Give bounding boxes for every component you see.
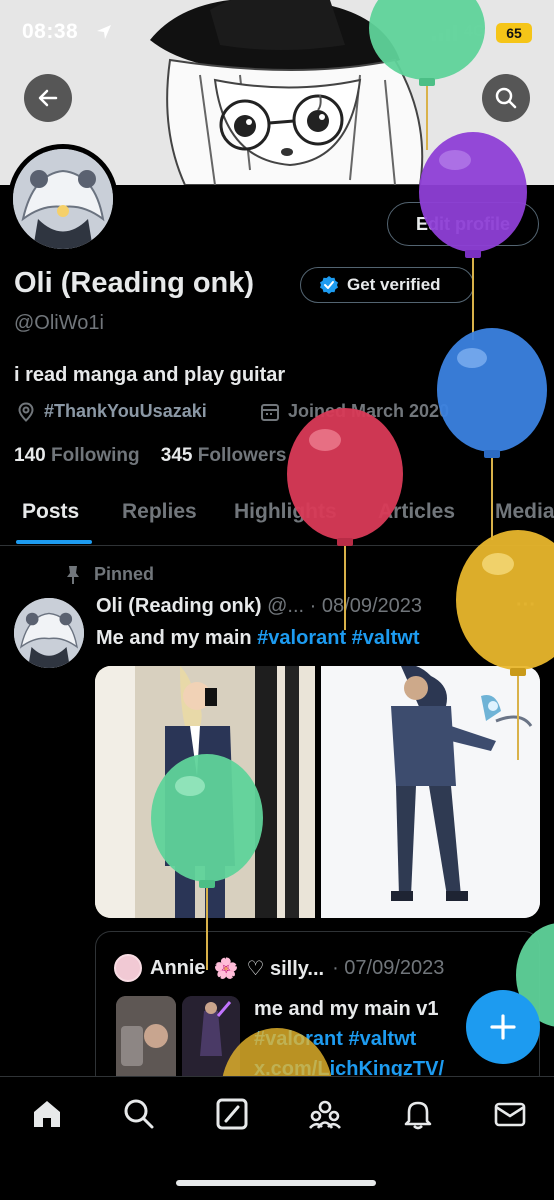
post-text-plain: Me and my main: [96, 627, 252, 649]
post-avatar-image: [14, 598, 84, 668]
status-bar: 08:38 4G 65: [0, 0, 554, 66]
back-arrow-icon: [38, 89, 58, 107]
avatar-image: [13, 149, 113, 249]
profile-joined: Joined March 2020: [260, 401, 449, 422]
search-icon: [495, 87, 517, 109]
post-author-name[interactable]: Oli (Reading onk): [96, 595, 262, 617]
quoted-post-date: · 07/09/2023: [332, 956, 445, 979]
location-pin-icon: [18, 401, 34, 422]
quoted-text-line: me and my main v1: [254, 998, 439, 1020]
compose-post-button[interactable]: [466, 990, 540, 1064]
quoted-post-header: Annie 🌸 ♡ silly... · 07/09/2023: [114, 954, 444, 982]
location-text[interactable]: #ThankYouUsazaki: [44, 401, 207, 422]
plus-icon: [490, 1014, 516, 1040]
pinned-indicator: Pinned: [64, 564, 154, 585]
tab-articles[interactable]: Articles: [378, 500, 455, 524]
location-arrow-icon: [97, 25, 111, 39]
following-label: Following: [50, 445, 140, 466]
post-text: Me and my main #valorant #valtwt: [96, 627, 419, 650]
profile-avatar[interactable]: [8, 144, 118, 254]
post-photo-mirror-selfie[interactable]: [95, 666, 315, 918]
quoted-author-emoji: 🌸: [213, 957, 239, 980]
following-count: 140: [14, 445, 46, 466]
tab-replies[interactable]: Replies: [122, 500, 197, 524]
tab-media[interactable]: Media: [495, 500, 554, 524]
profile-tabs: Posts Replies Highlights Articles Media: [0, 486, 554, 546]
profile-bio: i read manga and play guitar: [14, 364, 286, 386]
profile-name: Oli (Reading onk): [14, 267, 255, 299]
notifications-icon[interactable]: [401, 1097, 435, 1131]
profile-location: #ThankYouUsazaki: [16, 401, 207, 422]
calendar-icon: [261, 403, 279, 421]
pinned-label: Pinned: [94, 564, 155, 584]
followers-count: 345: [160, 445, 193, 466]
verified-badge-icon: [320, 276, 338, 294]
followers-link[interactable]: 345 Followers: [161, 445, 287, 466]
post-more-button[interactable]: ···: [516, 594, 536, 617]
status-time: 08:38: [22, 20, 79, 43]
valorant-agent-image: [321, 666, 540, 918]
follow-counts: 140 Following 345 Followers: [14, 445, 286, 467]
mirror-selfie-image: [95, 666, 315, 918]
edit-profile-button[interactable]: Edit profile: [387, 202, 539, 246]
back-button[interactable]: [24, 74, 72, 122]
search-icon[interactable]: [122, 1097, 156, 1131]
quoted-author-name-rest: ♡ silly...: [246, 957, 325, 980]
post-author-avatar[interactable]: [14, 598, 84, 668]
post-media: [95, 666, 540, 918]
active-tab-indicator: [16, 540, 92, 544]
joined-text: Joined March 2020: [288, 401, 450, 421]
get-verified-button[interactable]: Get verified: [300, 267, 474, 303]
signal-bars-icon: [432, 25, 457, 41]
hashtag-link[interactable]: #valtwt: [352, 627, 420, 649]
home-indicator: [176, 1180, 376, 1186]
tab-highlights[interactable]: Highlights: [234, 500, 337, 524]
get-verified-label: Get verified: [347, 275, 441, 294]
tab-posts[interactable]: Posts: [22, 500, 79, 524]
communities-icon[interactable]: [308, 1097, 342, 1131]
search-button[interactable]: [482, 74, 530, 122]
network-type: 4G: [464, 23, 486, 40]
home-icon[interactable]: [30, 1097, 64, 1131]
quoted-hashtags[interactable]: #valorant #valtwt: [254, 1024, 444, 1054]
post-header: Oli (Reading onk) @... · 08/09/2023: [96, 595, 422, 618]
pin-icon: [67, 565, 79, 584]
hashtag-link[interactable]: #valorant: [257, 627, 346, 649]
battery-indicator: 65: [496, 23, 532, 43]
post-date[interactable]: · 08/09/2023: [310, 595, 422, 617]
post-photo-valorant-agent[interactable]: [321, 666, 540, 918]
following-link[interactable]: 140 Following: [14, 445, 140, 466]
grok-icon[interactable]: [215, 1097, 249, 1131]
followers-label: Followers: [197, 445, 287, 466]
quoted-author-avatar[interactable]: [114, 954, 142, 982]
quoted-author-name[interactable]: Annie: [150, 957, 206, 980]
post-author-handle: @...: [267, 595, 305, 617]
profile-handle: @OliWo1i: [14, 312, 104, 334]
messages-icon[interactable]: [493, 1097, 527, 1131]
quoted-post-text: me and my main v1 #valorant #valtwt x.co…: [254, 994, 444, 1084]
